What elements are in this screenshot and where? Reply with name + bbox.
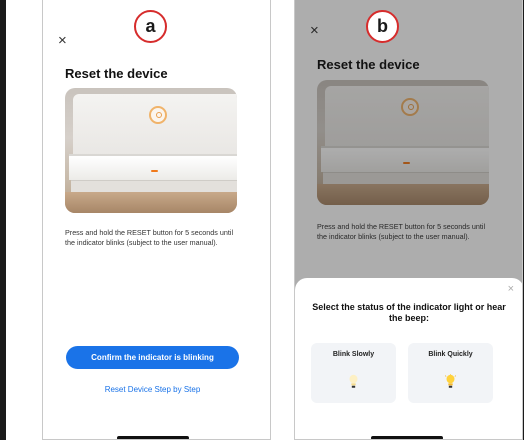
sheet-close-icon[interactable]: × (508, 283, 514, 295)
device-photo (65, 88, 237, 213)
sheet-title: Select the status of the indicator light… (312, 302, 506, 323)
phone-screen-a: × Reset the device Press and hold the RE… (42, 0, 271, 440)
blink-quickly-option[interactable]: Blink Quickly (408, 343, 493, 403)
reset-step-by-step-link[interactable]: Reset Device Step by Step (66, 385, 239, 394)
device-base (69, 154, 237, 180)
confirm-blinking-button[interactable]: Confirm the indicator is blinking (66, 346, 239, 369)
home-indicator[interactable] (117, 436, 189, 439)
option-label: Blink Slowly (332, 351, 375, 358)
power-button-icon (149, 106, 167, 124)
device-foot (71, 180, 237, 192)
bulb-bright-icon (445, 374, 456, 388)
option-label: Blink Quickly (428, 351, 473, 358)
device-top-shell (73, 94, 237, 156)
indicator-light (151, 170, 158, 172)
home-indicator[interactable] (371, 436, 443, 439)
left-frame-border (0, 0, 6, 440)
indicator-status-sheet: × Select the status of the indicator lig… (295, 278, 522, 439)
instruction-text: Press and hold the RESET button for 5 se… (65, 228, 234, 247)
phone-screen-b: × Reset the device Press and hold the RE… (294, 0, 523, 440)
panel-label-badge-b: b (366, 10, 399, 43)
blink-slowly-option[interactable]: Blink Slowly (311, 343, 396, 403)
wooden-floor (65, 192, 237, 213)
close-icon[interactable]: × (58, 33, 67, 48)
bulb-dim-icon (349, 374, 358, 388)
panel-label-badge-a: a (134, 10, 167, 43)
page-title: Reset the device (65, 66, 168, 81)
